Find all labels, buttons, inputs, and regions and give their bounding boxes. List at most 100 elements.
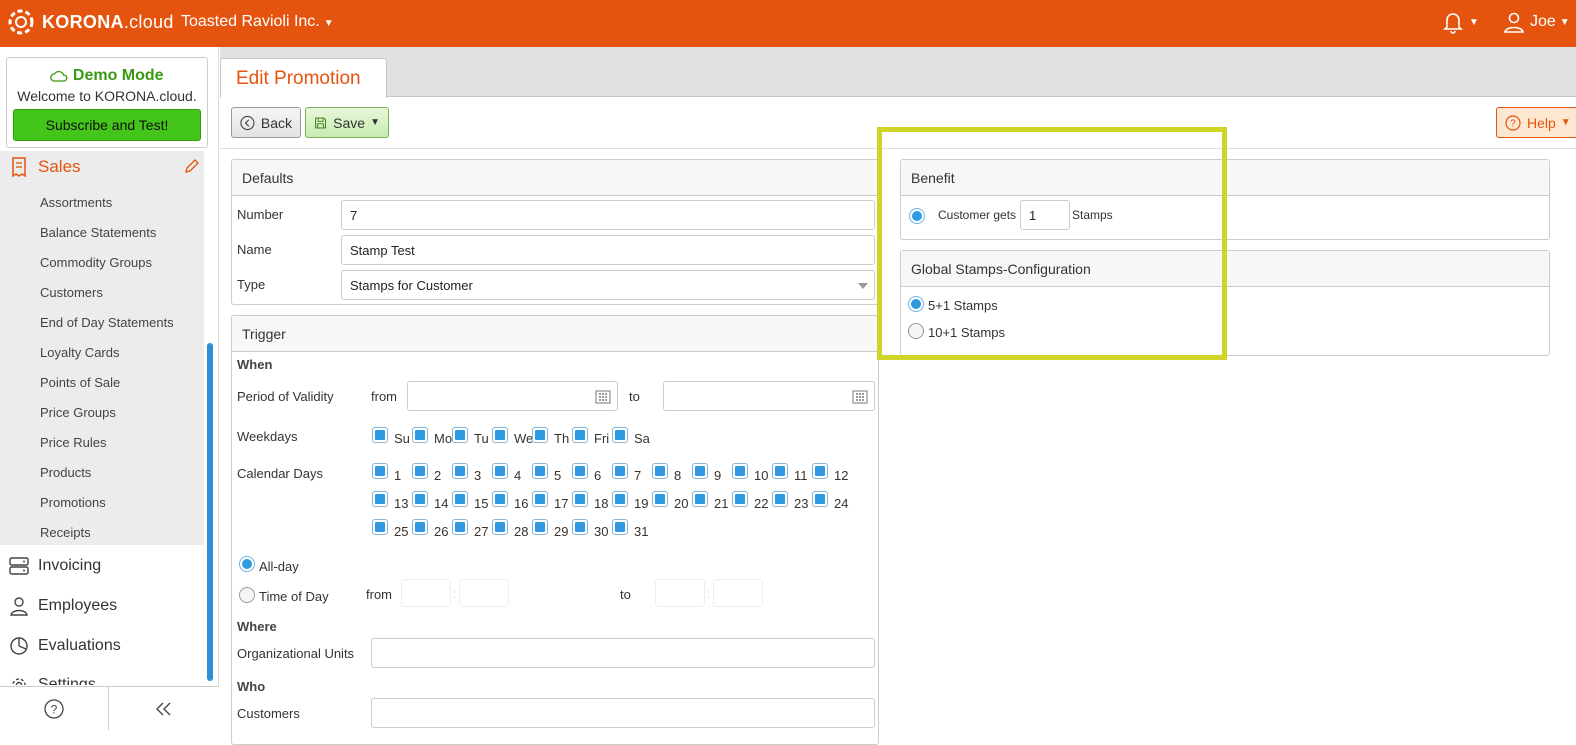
weekday-checkbox[interactable] xyxy=(452,427,468,443)
calendar-day-checkbox[interactable] xyxy=(532,463,548,479)
back-button[interactable]: Back xyxy=(231,107,301,138)
weekday-label: Fri xyxy=(594,431,610,446)
weekday-label: Su xyxy=(394,431,410,446)
calendar-day-label: 27 xyxy=(474,524,489,539)
calendar-day-checkbox[interactable] xyxy=(452,519,468,535)
company-selector[interactable]: Toasted Ravioli Inc. ▼ xyxy=(181,13,334,31)
sidebar-item-products[interactable]: Products xyxy=(40,465,91,480)
all-day-radio[interactable] xyxy=(239,556,255,572)
calendar-icon[interactable] xyxy=(852,390,868,404)
sidebar-item-points-of-sale[interactable]: Points of Sale xyxy=(40,375,120,390)
calendar-day-checkbox[interactable] xyxy=(612,463,628,479)
calendar-day-checkbox[interactable] xyxy=(692,463,708,479)
tab-edit-promotion[interactable]: Edit Promotion xyxy=(220,58,387,98)
all-day-label: All-day xyxy=(259,559,299,574)
calendar-day-checkbox[interactable] xyxy=(572,519,588,535)
calendar-day-checkbox[interactable] xyxy=(812,463,828,479)
calendar-day-checkbox[interactable] xyxy=(732,491,748,507)
weekday-checkbox[interactable] xyxy=(492,427,508,443)
organizational-units-input[interactable] xyxy=(371,638,875,668)
weekday-checkbox[interactable] xyxy=(532,427,548,443)
subscribe-button[interactable]: Subscribe and Test! xyxy=(13,109,201,141)
calendar-day-checkbox[interactable] xyxy=(612,491,628,507)
name-input[interactable]: Stamp Test xyxy=(341,235,875,265)
calendar-day-checkbox[interactable] xyxy=(772,491,788,507)
weekday-checkbox[interactable] xyxy=(572,427,588,443)
sidebar: Demo Mode Welcome to KORONA.cloud. Subsc… xyxy=(0,47,219,730)
sidebar-item-assortments[interactable]: Assortments xyxy=(40,195,112,210)
calendar-day-checkbox[interactable] xyxy=(652,491,668,507)
sidebar-item-invoicing[interactable]: Invoicing xyxy=(8,556,101,576)
calendar-day-checkbox[interactable] xyxy=(372,519,388,535)
calendar-day-checkbox[interactable] xyxy=(732,463,748,479)
customers-label: Customers xyxy=(237,706,300,721)
help-dropdown-button[interactable]: ? Help ▼ xyxy=(1496,107,1576,138)
time-from-hour-input[interactable] xyxy=(401,579,451,607)
sidebar-item-end-of-day-statements[interactable]: End of Day Statements xyxy=(40,315,174,330)
calendar-day-checkbox[interactable] xyxy=(532,519,548,535)
sidebar-item-sales[interactable]: Sales xyxy=(10,157,81,177)
sidebar-item-loyalty-cards[interactable]: Loyalty Cards xyxy=(40,345,119,360)
calendar-day-checkbox[interactable] xyxy=(492,463,508,479)
calendar-day-checkbox[interactable] xyxy=(372,463,388,479)
calendar-day-checkbox[interactable] xyxy=(772,463,788,479)
time-of-day-radio[interactable] xyxy=(239,587,255,603)
weekday-checkbox[interactable] xyxy=(412,427,428,443)
sidebar-item-settings[interactable]: Settings xyxy=(8,675,96,685)
collapse-sidebar-button[interactable] xyxy=(109,687,218,730)
sidebar-item-price-groups[interactable]: Price Groups xyxy=(40,405,116,420)
time-from-minute-input[interactable] xyxy=(459,579,509,607)
calendar-day-label: 24 xyxy=(834,496,849,511)
weekday-checkbox[interactable] xyxy=(372,427,388,443)
notifications-button[interactable]: ▼ xyxy=(1441,10,1479,34)
validity-from-input[interactable] xyxy=(407,381,618,411)
sidebar-item-commodity-groups[interactable]: Commodity Groups xyxy=(40,255,152,270)
sidebar-item-employees[interactable]: Employees xyxy=(8,596,117,616)
calendar-day-label: 16 xyxy=(514,496,529,511)
arrow-left-circle-icon xyxy=(240,115,255,130)
calendar-day-checkbox[interactable] xyxy=(572,463,588,479)
sidebar-item-receipts[interactable]: Receipts xyxy=(40,525,91,540)
calendar-day-checkbox[interactable] xyxy=(652,463,668,479)
tab-strip: Edit Promotion xyxy=(220,47,1576,98)
time-to-hour-input[interactable] xyxy=(655,579,705,607)
calendar-day-checkbox[interactable] xyxy=(372,491,388,507)
calendar-day-checkbox[interactable] xyxy=(452,491,468,507)
calendar-day-label: 13 xyxy=(394,496,409,511)
highlight-box xyxy=(877,127,1227,360)
calendar-icon[interactable] xyxy=(595,390,611,404)
validity-to-input[interactable] xyxy=(663,381,875,411)
weekday-checkbox[interactable] xyxy=(612,427,628,443)
calendar-day-checkbox[interactable] xyxy=(492,519,508,535)
calendar-day-checkbox[interactable] xyxy=(812,491,828,507)
sidebar-item-price-rules[interactable]: Price Rules xyxy=(40,435,106,450)
calendar-day-checkbox[interactable] xyxy=(572,491,588,507)
save-button[interactable]: Save ▼ xyxy=(305,107,389,138)
number-input[interactable]: 7 xyxy=(341,200,875,230)
korona-logo[interactable]: KORONA.cloud xyxy=(4,6,174,38)
name-label: Name xyxy=(237,242,272,257)
help-button[interactable]: ? xyxy=(0,687,109,730)
save-label: Save xyxy=(333,114,366,131)
pencil-icon[interactable] xyxy=(184,158,200,174)
calendar-day-checkbox[interactable] xyxy=(412,519,428,535)
sidebar-item-evaluations[interactable]: Evaluations xyxy=(8,636,121,656)
sidebar-item-balance-statements[interactable]: Balance Statements xyxy=(40,225,156,240)
sidebar-footer: ? xyxy=(0,686,219,730)
type-select[interactable]: Stamps for Customer xyxy=(341,270,875,300)
user-menu[interactable]: Joe ▼ xyxy=(1502,10,1570,34)
sidebar-scrollbar[interactable] xyxy=(207,343,213,681)
sidebar-item-promotions[interactable]: Promotions xyxy=(40,495,106,510)
calendar-day-checkbox[interactable] xyxy=(612,519,628,535)
customers-input[interactable] xyxy=(371,698,875,728)
calendar-day-checkbox[interactable] xyxy=(692,491,708,507)
calendar-day-checkbox[interactable] xyxy=(412,463,428,479)
weekday-label: Sa xyxy=(634,431,650,446)
calendar-day-checkbox[interactable] xyxy=(532,491,548,507)
sidebar-item-customers[interactable]: Customers xyxy=(40,285,103,300)
calendar-day-checkbox[interactable] xyxy=(492,491,508,507)
calendar-day-checkbox[interactable] xyxy=(412,491,428,507)
time-to-minute-input[interactable] xyxy=(713,579,763,607)
calendar-day-checkbox[interactable] xyxy=(452,463,468,479)
defaults-panel: Defaults Number 7 Name Stamp Test Type S… xyxy=(231,159,879,305)
